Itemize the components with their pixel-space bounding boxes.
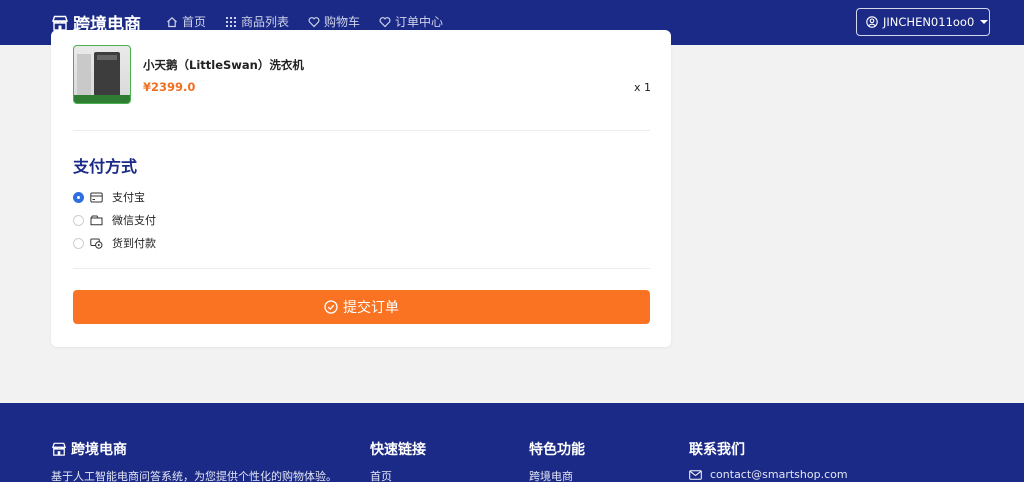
payment-option-alipay[interactable]: 支付宝 [73,189,145,205]
nav-item-home[interactable]: 首页 [166,13,206,30]
payment-option-cod[interactable]: 货到付款 [73,235,156,251]
footer-quick-links-title: 快速链接 [370,442,426,458]
footer-brand: 跨境电商 [51,439,127,459]
user-menu-button[interactable]: JINCHEN011oo0 [856,8,990,36]
user-name: JINCHEN011oo0 [883,15,975,29]
heart-icon [379,16,391,27]
washing-machine-image [94,52,120,96]
nav-item-label: 首页 [182,15,207,29]
footer-link-cross-border[interactable]: 跨境电商 [529,468,573,482]
user-circle-icon [866,16,878,28]
radio-button[interactable] [73,237,84,249]
nav-item-label: 购物车 [324,15,361,29]
payment-option-wechat[interactable]: 微信支付 [73,212,156,228]
nav-item-products[interactable]: 商品列表 [225,13,289,30]
product-image-band [74,95,130,103]
footer-contact-email[interactable]: contact@smartshop.com [689,468,848,481]
nav-item-label: 商品列表 [241,15,290,29]
store-icon [52,442,66,456]
payment-option-label: 货到付款 [112,237,156,250]
footer-contact-title: 联系我们 [689,442,745,458]
footer-description: 基于人工智能电商问答系统，为您提供个性化的购物体验。 [51,470,337,482]
nav-item-label: 订单中心 [395,15,444,29]
product-name[interactable]: 小天鹅（LittleSwan）洗衣机 [143,57,304,73]
footer-email-text: contact@smartshop.com [710,468,848,481]
check-circle-icon [324,300,338,314]
payment-option-label: 微信支付 [112,214,156,227]
wallet-icon [90,215,103,225]
chevron-down-icon [980,20,989,24]
product-quantity: x 1 [634,81,652,94]
payment-method-title: 支付方式 [73,157,138,176]
grid-icon [226,16,237,27]
envelope-icon [689,469,702,480]
radio-button[interactable] [73,214,84,226]
payment-option-label: 支付宝 [112,191,145,204]
footer-brand-name: 跨境电商 [71,442,127,458]
credit-card-icon [90,192,103,202]
cash-icon [90,238,103,249]
footer-link-home[interactable]: 首页 [370,468,392,482]
divider [73,268,650,269]
product-image-background [77,54,91,96]
submit-order-button[interactable]: 提交订单 [73,290,650,324]
site-footer: 跨境电商 基于人工智能电商问答系统，为您提供个性化的购物体验。 快速链接 首页 … [0,403,1024,482]
footer-features-title: 特色功能 [529,442,585,458]
divider [73,130,650,131]
heart-icon [308,16,320,27]
store-icon [52,15,68,31]
submit-order-label: 提交订单 [343,300,399,316]
home-icon [167,16,177,27]
product-price: ¥2399.0 [143,80,196,94]
radio-button[interactable] [73,191,84,203]
nav-item-orders[interactable]: 订单中心 [379,13,443,30]
nav-item-cart[interactable]: 购物车 [308,13,360,30]
product-image[interactable] [73,45,131,104]
nav-links: 首页 商品列表 购物车 订单中心 [166,13,462,30]
